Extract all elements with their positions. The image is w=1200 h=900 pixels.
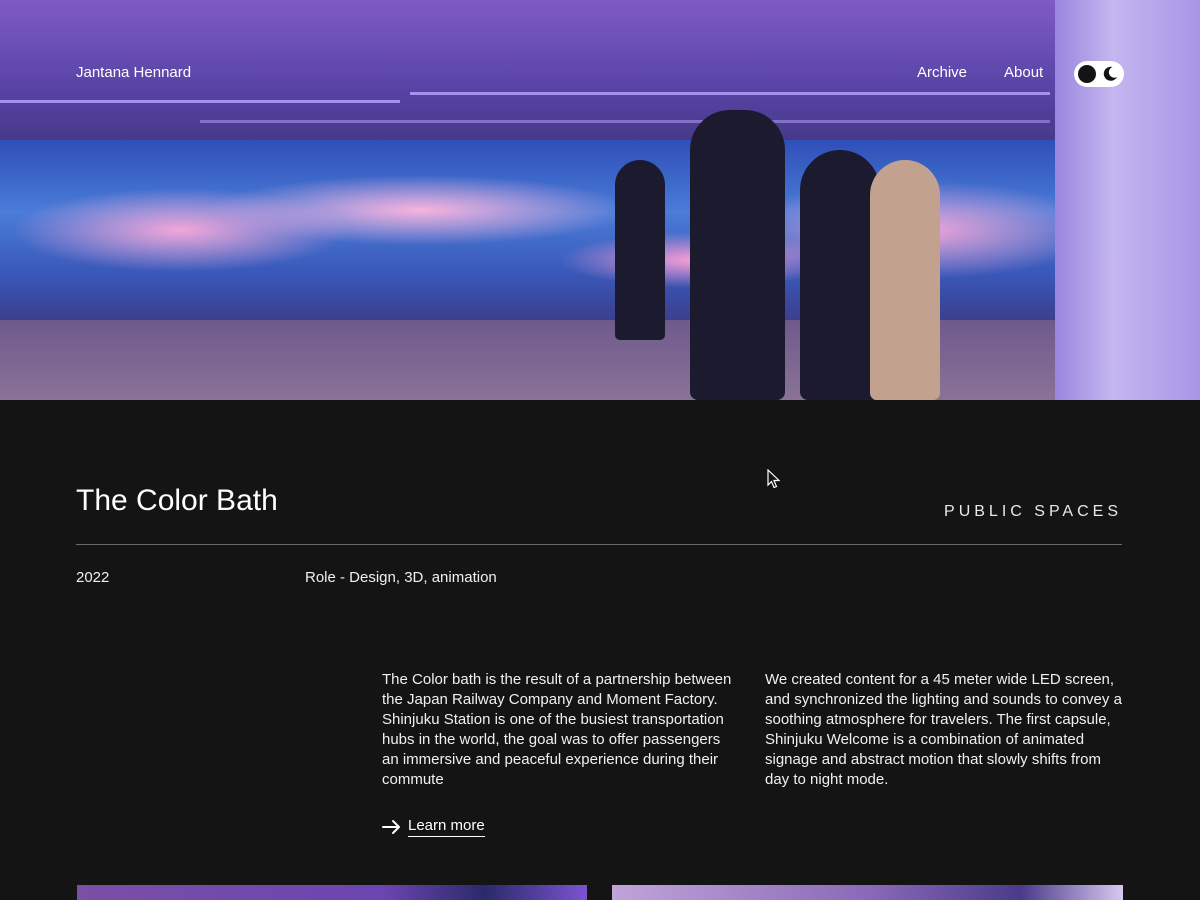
nav-about-link[interactable]: About: [1004, 64, 1043, 81]
project-title: The Color Bath: [76, 484, 278, 517]
project-category: PUBLIC SPACES: [944, 503, 1122, 520]
person-silhouette: [690, 110, 785, 400]
moon-icon: [1103, 66, 1117, 81]
person-silhouette: [870, 160, 940, 400]
gallery-image[interactable]: [612, 885, 1123, 900]
person-silhouette: [800, 150, 880, 400]
learn-more-link[interactable]: Learn more: [382, 814, 485, 840]
arrow-right-icon: [382, 820, 400, 834]
project-year: 2022: [76, 569, 110, 586]
learn-more-label: Learn more: [408, 817, 485, 837]
hero-pillar: [1055, 0, 1200, 400]
cursor-icon: [767, 469, 781, 489]
site-name-link[interactable]: Jantana Hennard: [76, 64, 191, 81]
person-silhouette: [615, 160, 665, 340]
divider: [76, 544, 1122, 545]
description-right: We created content for a 45 meter wide L…: [765, 671, 1122, 788]
theme-toggle[interactable]: [1074, 61, 1124, 87]
nav-archive-link[interactable]: Archive: [917, 64, 967, 81]
toggle-knob: [1078, 65, 1096, 83]
hero-image: [0, 0, 1200, 400]
hero-floor: [0, 320, 1200, 400]
gallery-image[interactable]: [77, 885, 587, 900]
description-left: The Color bath is the result of a partne…: [382, 671, 732, 788]
project-role: Role - Design, 3D, animation: [305, 569, 497, 586]
